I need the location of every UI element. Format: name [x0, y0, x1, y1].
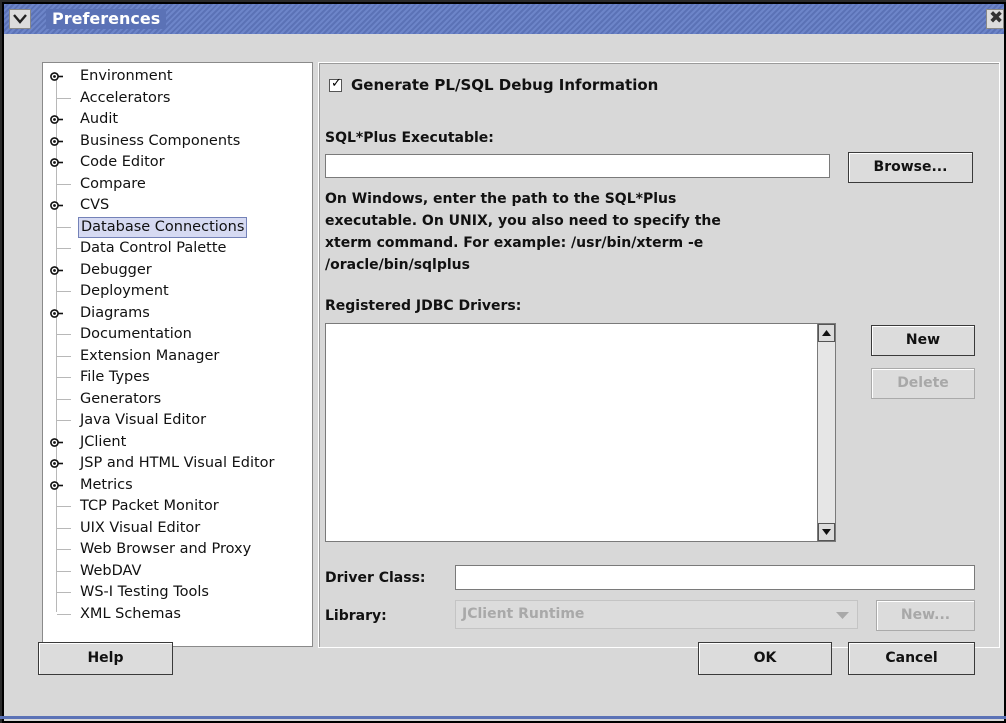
description-line: /oracle/bin/sqlplus — [325, 257, 470, 273]
tree-connector — [57, 248, 71, 249]
arrow-down-icon — [822, 529, 831, 535]
library-select-value: JClient Runtime — [462, 606, 585, 622]
tree-connector — [57, 377, 71, 378]
close-icon: ✖ — [989, 8, 1004, 28]
description-line: On Windows, enter the path to the SQL*Pl… — [325, 191, 677, 207]
jdbc-drivers-label: Registered JDBC Drivers: — [325, 298, 522, 314]
expand-node-icon[interactable] — [50, 200, 63, 211]
library-label: Library: — [325, 608, 387, 624]
tree-item-label: TCP Packet Monitor — [80, 498, 219, 514]
scroll-down-button[interactable] — [818, 523, 835, 541]
tree-item-label: XML Schemas — [80, 605, 181, 622]
chevron-down-icon — [13, 14, 27, 24]
expand-node-icon[interactable] — [50, 458, 63, 469]
window-bottom-edge — [0, 716, 1006, 719]
delete-driver-button[interactable]: Delete — [871, 368, 975, 399]
tree-item-label: Data Control Palette — [80, 240, 227, 256]
sqlplus-input[interactable] — [325, 154, 830, 178]
tree-connector — [57, 97, 71, 99]
tree-item-label: Java Visual Editor — [80, 412, 207, 428]
tree-item-label: Debugger — [80, 261, 152, 278]
tree-item-label: Diagrams — [80, 304, 150, 321]
tree-connector — [57, 183, 71, 185]
expand-node-icon[interactable] — [50, 265, 63, 276]
expand-node-icon[interactable] — [50, 308, 63, 319]
tree-connector — [57, 549, 71, 550]
preferences-tree[interactable]: Environment Accelerators Audit Business Com… — [42, 62, 313, 647]
tree-connector — [57, 226, 71, 228]
tree-connector — [57, 592, 71, 593]
tree-item-label: JSP and HTML Visual Editor — [80, 455, 275, 471]
expand-node-icon[interactable] — [50, 480, 63, 491]
window-menu-button[interactable] — [9, 9, 31, 29]
tree-item-label: Compare — [80, 175, 146, 192]
tree-item-label: Database Connections — [78, 216, 248, 238]
new-driver-button[interactable]: New — [871, 325, 975, 356]
tree-item-label: Deployment — [80, 283, 169, 299]
expand-node-icon[interactable] — [50, 71, 63, 82]
tree-item-label: Documentation — [80, 326, 192, 342]
debug-info-checkbox[interactable]: ✓ — [329, 76, 342, 92]
scroll-up-button[interactable] — [818, 324, 835, 342]
browse-button[interactable]: Browse... — [848, 152, 973, 183]
expand-node-icon[interactable] — [50, 114, 63, 125]
new-library-button[interactable]: New... — [876, 600, 975, 631]
sqlplus-label: SQL*Plus Executable: — [325, 130, 494, 146]
tree-item-label: Environment — [80, 68, 173, 84]
tree-item-label: Audit — [80, 111, 119, 127]
tree-item-label: Generators — [80, 390, 162, 407]
expand-node-icon[interactable] — [50, 437, 63, 448]
tree-item-label: Business Components — [80, 132, 241, 149]
tree-item-label: WS-I Testing Tools — [80, 584, 209, 600]
debug-info-label: Generate PL/SQL Debug Information — [351, 76, 659, 94]
tree-connector — [57, 506, 71, 507]
tree-connector — [57, 570, 71, 572]
tree-item-label: Accelerators — [80, 89, 171, 106]
help-button[interactable]: Help — [38, 642, 173, 675]
title-bar[interactable]: Preferences ✖ — [4, 4, 1004, 34]
tree-connector — [57, 355, 71, 357]
tree-item-label: Web Browser and Proxy — [80, 541, 252, 557]
description-line: xterm command. For example: /usr/bin/xte… — [325, 235, 704, 251]
jdbc-drivers-list[interactable] — [325, 323, 836, 542]
tree-item-label: Code Editor — [80, 154, 165, 170]
close-button[interactable]: ✖ — [986, 8, 1004, 29]
tree-item-label: File Types — [80, 369, 150, 385]
tree-item-label: Extension Manager — [80, 347, 220, 364]
cancel-button[interactable]: Cancel — [848, 642, 975, 675]
expand-node-icon[interactable] — [50, 136, 63, 147]
arrow-up-icon — [822, 330, 831, 336]
chevron-down-icon — [836, 612, 849, 619]
library-select[interactable]: JClient Runtime — [455, 600, 858, 629]
driver-class-input[interactable] — [455, 565, 975, 590]
tree-connector — [57, 420, 71, 421]
ok-button[interactable]: OK — [698, 642, 832, 675]
tree-item-label: UIX Visual Editor — [80, 519, 201, 536]
description-line: executable. On UNIX, you also need to sp… — [325, 213, 721, 229]
window-title: Preferences — [46, 9, 167, 29]
jdbc-list-scrollbar[interactable] — [817, 324, 835, 541]
tree-connector — [57, 398, 71, 400]
tree-item-label: CVS — [80, 197, 110, 213]
sqlplus-description: On Windows, enter the path to the SQL*Pl… — [325, 188, 795, 276]
tree-connector — [57, 291, 71, 292]
tree-connector — [57, 334, 71, 335]
tree-item-label: Metrics — [80, 476, 133, 493]
tree-connector — [57, 527, 71, 529]
tree-connector — [57, 613, 71, 615]
tree-item-label: WebDAV — [80, 562, 142, 579]
expand-node-icon[interactable] — [50, 157, 63, 168]
tree-item-label: JClient — [80, 433, 127, 450]
driver-class-label: Driver Class: — [325, 570, 426, 586]
checkmark-icon: ✓ — [331, 76, 342, 91]
